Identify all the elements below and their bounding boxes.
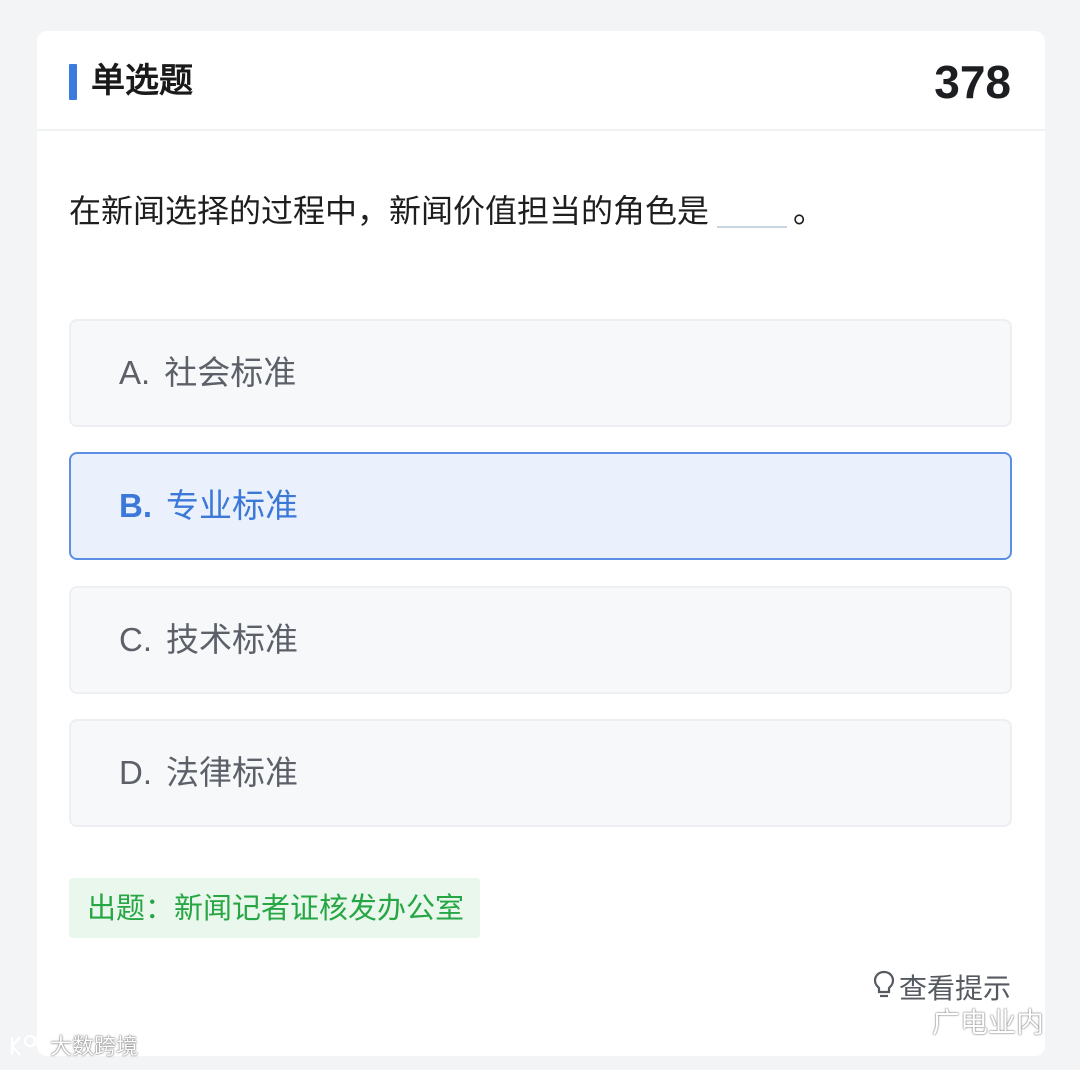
option-label: 社会标准: [164, 353, 297, 392]
option-d[interactable]: D. 法律标准: [69, 719, 1012, 827]
account-watermark-text: 广电业内: [931, 1006, 1044, 1039]
brand-watermark-text: 大数跨境: [50, 1035, 139, 1060]
option-label: 技术标准: [166, 620, 298, 659]
wechat-icon: [888, 1005, 927, 1036]
option-c[interactable]: C. 技术标准: [69, 586, 1012, 694]
option-letter: A.: [119, 354, 151, 391]
question-number: 378: [934, 56, 1011, 108]
option-letter: C.: [119, 621, 152, 658]
lightbulb-icon: [873, 970, 895, 998]
question-type-title: 单选题: [91, 61, 193, 101]
answer-blank: [717, 198, 788, 228]
question-text: 在新闻选择的过程中，新闻价值担当的角色是 。: [69, 189, 825, 233]
account-watermark: 广电业内: [888, 1003, 1044, 1043]
option-letter: B.: [119, 487, 152, 524]
question-text-after: 。: [793, 192, 826, 230]
option-label: 法律标准: [166, 753, 298, 792]
option-a[interactable]: A. 社会标准: [69, 319, 1012, 427]
option-letter: D.: [119, 754, 152, 791]
question-card: 单选题 378 在新闻选择的过程中，新闻价值担当的角色是 。 A. 社会标准 B. 专…: [37, 31, 1045, 1056]
question-text-before: 在新闻选择的过程中，新闻价值担当的角色是: [69, 192, 710, 230]
view-hint-label: 查看提示: [898, 972, 1011, 1005]
option-label: 专业标准: [166, 486, 298, 525]
card-header: 单选题 378: [37, 31, 1045, 131]
brand-watermark: 大数跨境: [8, 1032, 138, 1064]
question-source-tag: 出题：新闻记者证核发办公室: [69, 878, 481, 938]
brand-logo-icon: [10, 1034, 47, 1056]
option-b[interactable]: B. 专业标准: [69, 452, 1012, 560]
header-accent-bar: [69, 64, 77, 100]
